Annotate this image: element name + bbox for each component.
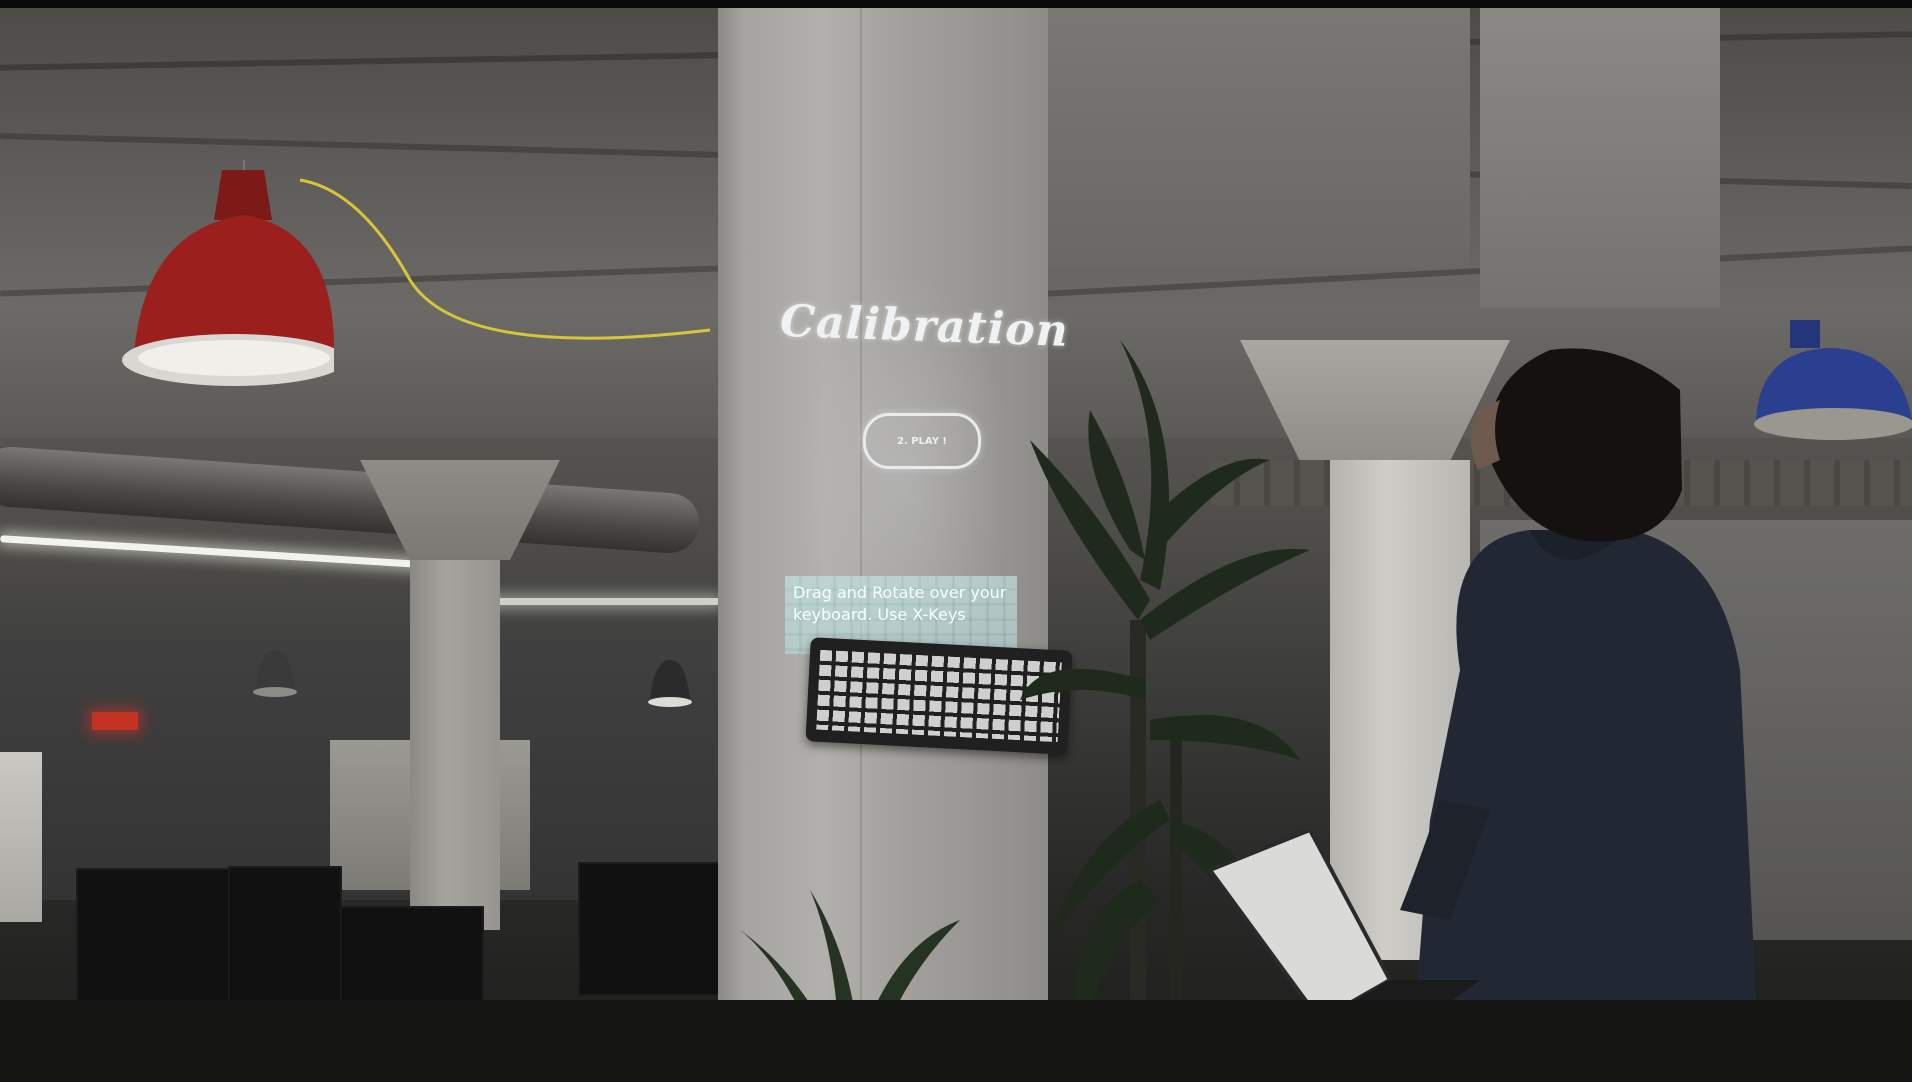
pendant-lamp-icon [253, 650, 297, 697]
computer-monitor [228, 866, 342, 1020]
duct-pipe [0, 444, 702, 556]
calibration-title: Calibration [779, 295, 1070, 357]
ceiling-light-strip [480, 598, 720, 605]
office-scene: Calibration 2. PLAY ! Drag and Rotate ov… [0, 0, 1912, 1082]
ceiling-bay [1030, 8, 1470, 268]
top-letterbox [0, 0, 1912, 8]
column-capital [360, 460, 560, 560]
computer-monitor [76, 868, 230, 1022]
yellow-cable [300, 178, 711, 340]
background-column [410, 560, 500, 930]
ceiling-light-strip [0, 535, 420, 568]
play-button-label: 2. PLAY ! [896, 435, 947, 447]
floor [0, 1000, 1912, 1082]
play-button[interactable]: 2. PLAY ! [863, 413, 981, 469]
exit-sign [92, 712, 138, 730]
window [0, 752, 42, 922]
pendant-lamp-icon [648, 660, 692, 707]
ceiling-bay [1480, 8, 1720, 308]
